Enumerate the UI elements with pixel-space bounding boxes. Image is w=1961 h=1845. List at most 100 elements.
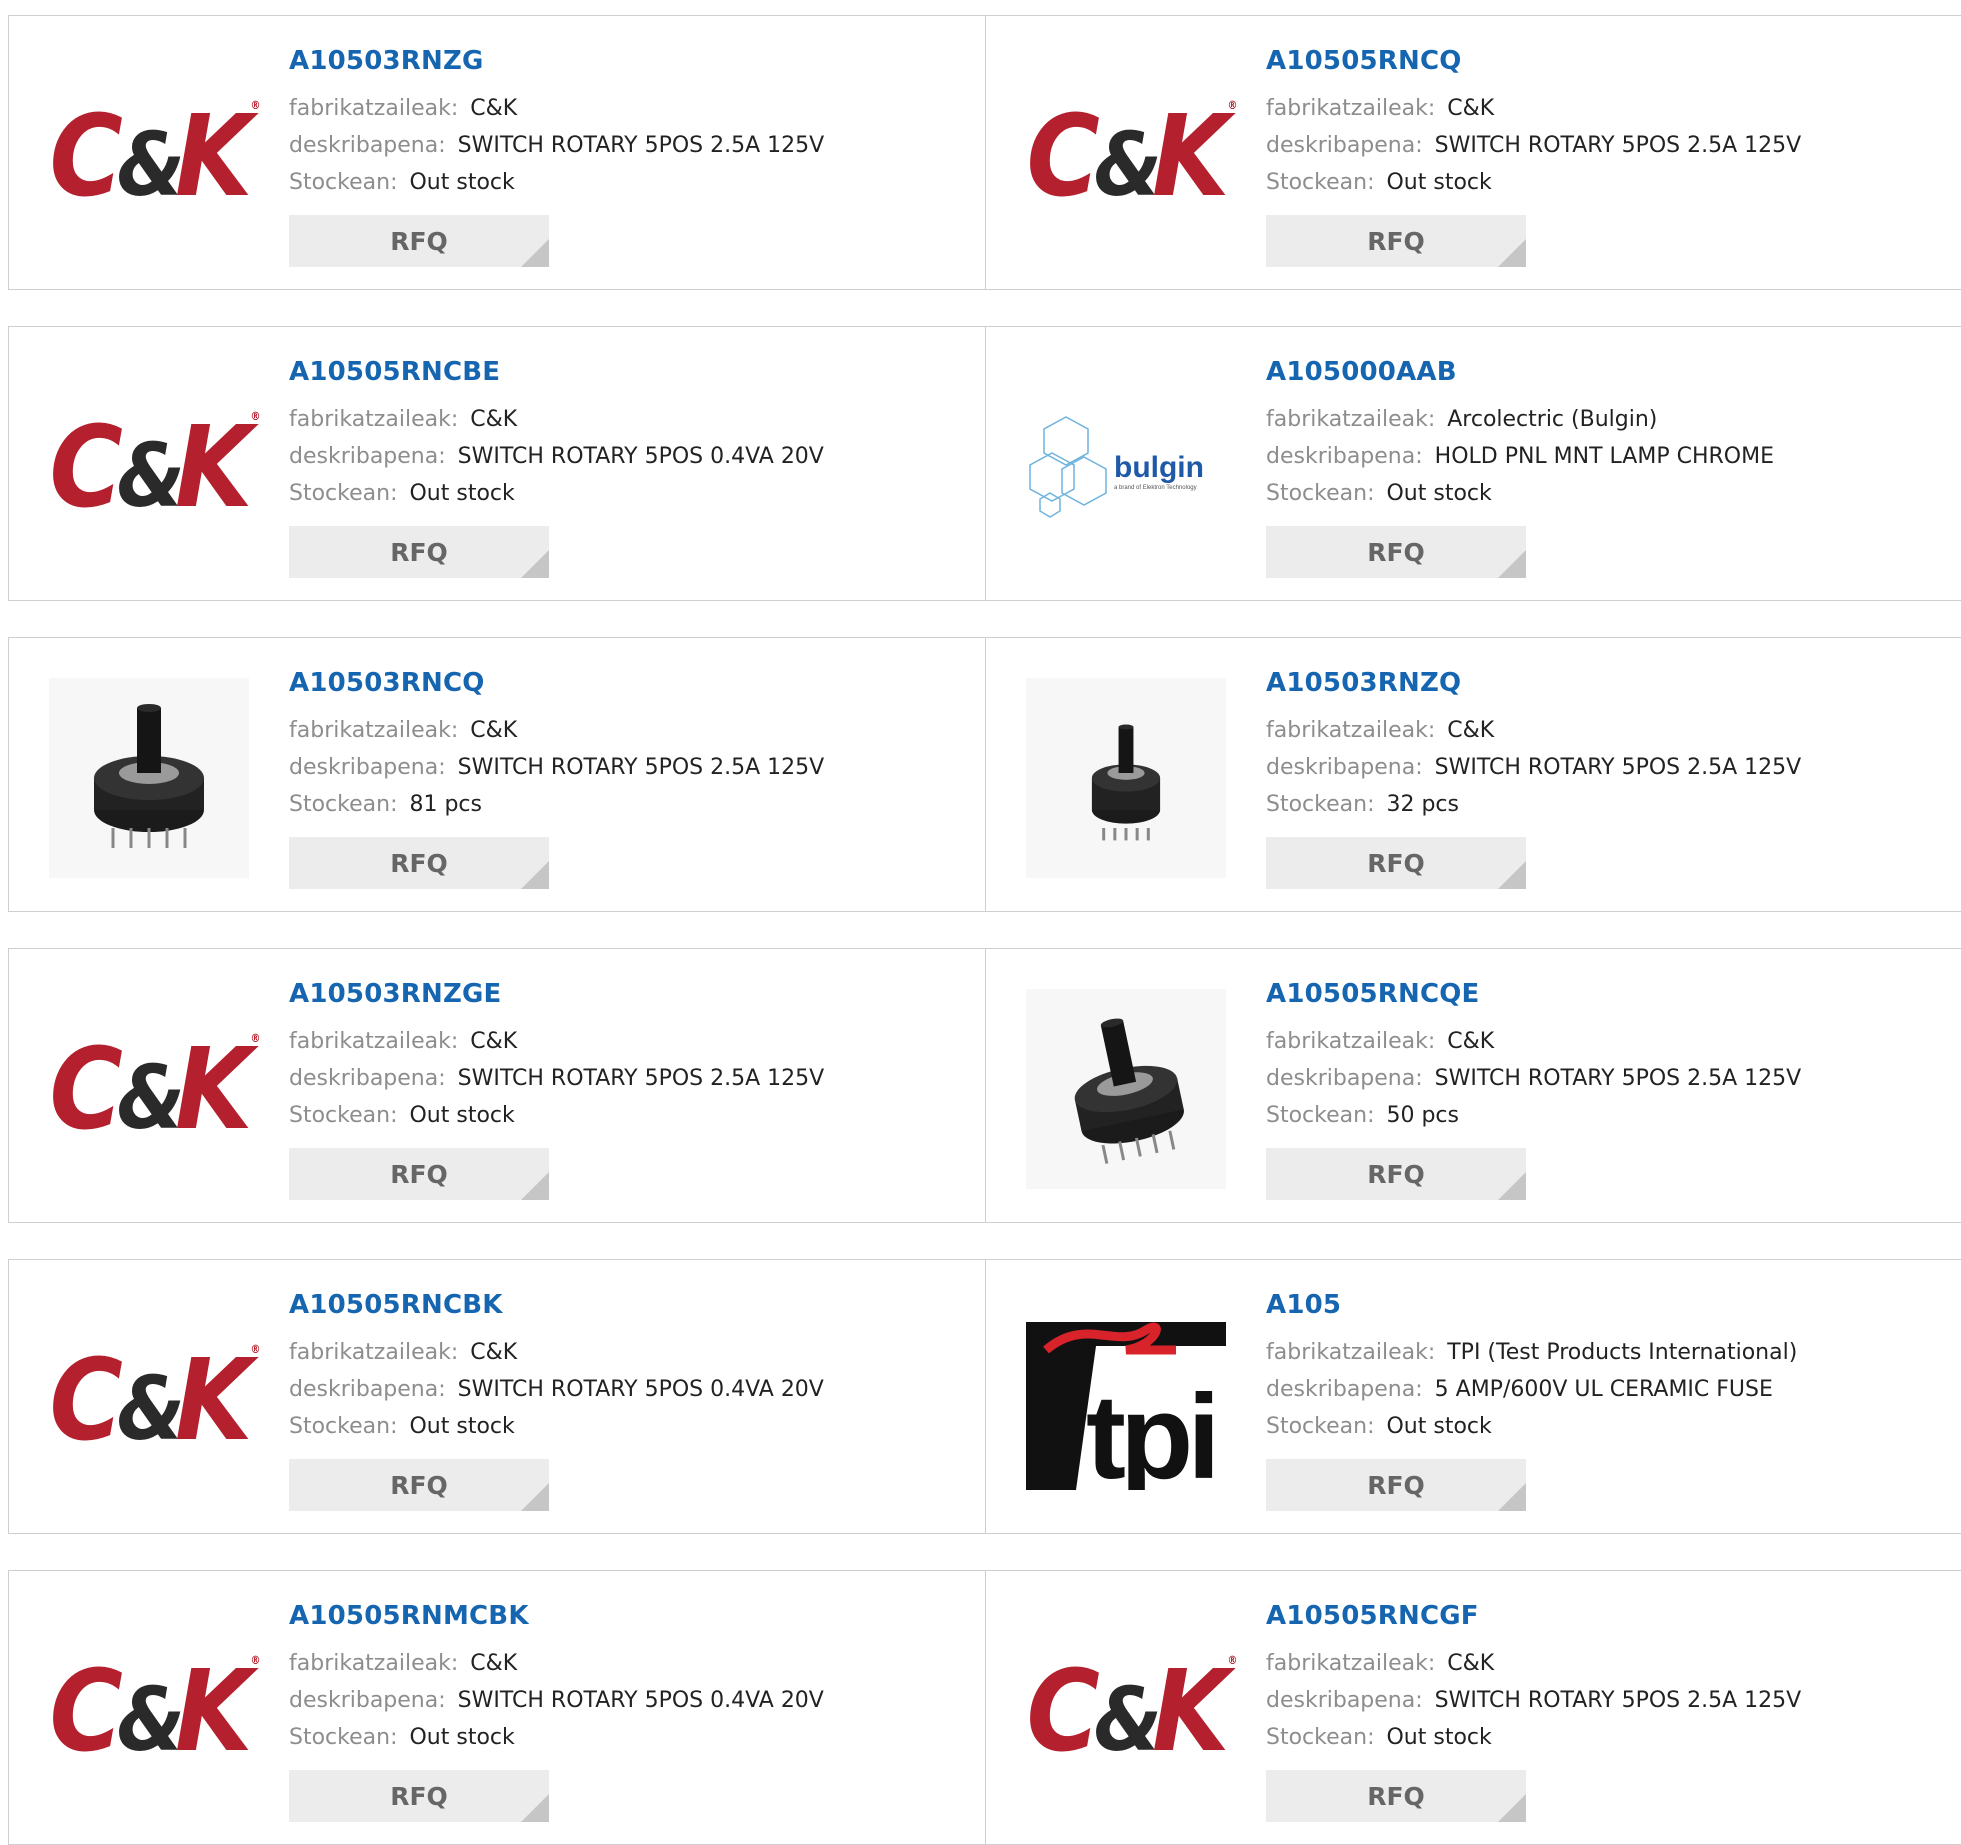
product-image[interactable]: C&K ® [49, 989, 261, 1189]
stock-row: Stockean: Out stock [289, 164, 824, 201]
stock-row: Stockean: Out stock [1266, 1719, 1801, 1756]
product-info: A10505RNCQ fabrikatzaileak: C&K deskribap… [1266, 46, 1801, 267]
rfq-button[interactable]: RFQ [289, 1770, 549, 1822]
stock-label: Stockean: [289, 1103, 398, 1128]
part-number-link[interactable]: A10505RNCBE [289, 357, 824, 387]
description-label: deskribapena: [289, 1377, 446, 1402]
manufacturer-value: C&K [1447, 718, 1495, 743]
rfq-button[interactable]: RFQ [289, 837, 549, 889]
product-image[interactable]: C&K ® [1026, 56, 1238, 256]
rfq-button[interactable]: RFQ [1266, 1148, 1526, 1200]
product-grid: C&K ® A10503RNZG fabrikatzaileak: C&K desk… [8, 15, 1961, 1845]
product-card-a105000aab: bulgin a brand of Elektron Technology A10… [986, 326, 1961, 601]
product-image[interactable] [49, 678, 249, 878]
stock-value: Out stock [409, 1414, 515, 1439]
manufacturer-row: fabrikatzaileak: C&K [1266, 1023, 1801, 1060]
rfq-button[interactable]: RFQ [1266, 1459, 1526, 1511]
description-label: deskribapena: [289, 133, 446, 158]
part-number-link[interactable]: A10505RNMCBK [289, 1601, 824, 1631]
description-value: SWITCH ROTARY 5POS 0.4VA 20V [457, 1688, 824, 1713]
product-image[interactable]: tpi [1026, 1300, 1226, 1500]
stock-value: Out stock [1386, 1725, 1492, 1750]
rfq-button[interactable]: RFQ [1266, 526, 1526, 578]
stock-row: Stockean: Out stock [289, 475, 824, 512]
description-row: deskribapena: SWITCH ROTARY 5POS 2.5A 125… [289, 1060, 824, 1097]
description-value: SWITCH ROTARY 5POS 2.5A 125V [1434, 755, 1802, 780]
part-number-link[interactable]: A10503RNCQ [289, 668, 824, 698]
description-row: deskribapena: SWITCH ROTARY 5POS 2.5A 125… [1266, 749, 1801, 786]
svg-text:bulgin: bulgin [1114, 451, 1204, 484]
rfq-button[interactable]: RFQ [289, 526, 549, 578]
stock-value: 81 pcs [409, 792, 482, 817]
stock-row: Stockean: 81 pcs [289, 786, 824, 823]
manufacturer-label: fabrikatzaileak: [289, 1029, 459, 1054]
stock-row: Stockean: Out stock [1266, 1408, 1797, 1445]
stock-value: 50 pcs [1386, 1103, 1459, 1128]
product-image[interactable] [1026, 989, 1226, 1189]
stock-row: Stockean: Out stock [1266, 475, 1774, 512]
manufacturer-label: fabrikatzaileak: [1266, 96, 1436, 121]
rfq-button[interactable]: RFQ [289, 1459, 549, 1511]
description-row: deskribapena: SWITCH ROTARY 5POS 0.4VA 20… [289, 1371, 824, 1408]
rfq-button[interactable]: RFQ [1266, 837, 1526, 889]
description-value: SWITCH ROTARY 5POS 2.5A 125V [457, 755, 825, 780]
description-label: deskribapena: [289, 1688, 446, 1713]
rfq-button[interactable]: RFQ [1266, 215, 1526, 267]
product-info: A10505RNCBE fabrikatzaileak: C&K deskriba… [289, 357, 824, 578]
part-number-link[interactable]: A10503RNZQ [1266, 668, 1801, 698]
rfq-button[interactable]: RFQ [1266, 1770, 1526, 1822]
description-value: 5 AMP/600V UL CERAMIC FUSE [1434, 1377, 1773, 1402]
part-number-link[interactable]: A10503RNZG [289, 46, 824, 76]
manufacturer-row: fabrikatzaileak: C&K [1266, 712, 1801, 749]
product-card-a105: tpi A105 fabrikatzaileak: TPI (Test Produ… [986, 1259, 1961, 1534]
description-row: deskribapena: SWITCH ROTARY 5POS 2.5A 125… [289, 749, 824, 786]
part-number-link[interactable]: A105000AAB [1266, 357, 1774, 387]
product-card-a10505rncbe: C&K ® A10505RNCBE fabrikatzaileak: C&K des… [8, 326, 986, 601]
part-number-link[interactable]: A10505RNCQ [1266, 46, 1801, 76]
manufacturer-value: C&K [470, 1340, 518, 1365]
manufacturer-value: C&K [470, 1651, 518, 1676]
product-image[interactable]: C&K ® [49, 367, 261, 567]
rotary-switch-photo [49, 678, 249, 878]
product-image[interactable]: C&K ® [49, 1611, 261, 1811]
stock-row: Stockean: Out stock [289, 1408, 824, 1445]
rfq-button[interactable]: RFQ [289, 215, 549, 267]
description-value: SWITCH ROTARY 5POS 2.5A 125V [457, 1066, 825, 1091]
stock-label: Stockean: [289, 481, 398, 506]
product-card-a10503rnzq: A10503RNZQ fabrikatzaileak: C&K deskribap… [986, 637, 1961, 912]
manufacturer-value: C&K [1447, 1651, 1495, 1676]
manufacturer-row: fabrikatzaileak: C&K [289, 1334, 824, 1371]
description-value: SWITCH ROTARY 5POS 2.5A 125V [1434, 1066, 1802, 1091]
manufacturer-label: fabrikatzaileak: [289, 407, 459, 432]
manufacturer-label: fabrikatzaileak: [1266, 718, 1436, 743]
stock-value: 32 pcs [1386, 792, 1459, 817]
product-image[interactable]: C&K ® [49, 1300, 261, 1500]
rfq-button[interactable]: RFQ [289, 1148, 549, 1200]
part-number-link[interactable]: A10505RNCQE [1266, 979, 1801, 1009]
product-info: A10503RNZG fabrikatzaileak: C&K deskribap… [289, 46, 824, 267]
part-number-link[interactable]: A105 [1266, 1290, 1797, 1320]
product-image[interactable]: C&K ® [49, 56, 261, 256]
ck-logo: C&K ® [49, 1023, 261, 1155]
product-card-a10505rncq: C&K ® A10505RNCQ fabrikatzaileak: C&K desk… [986, 15, 1961, 290]
stock-row: Stockean: Out stock [1266, 164, 1801, 201]
part-number-link[interactable]: A10503RNZGE [289, 979, 824, 1009]
description-row: deskribapena: 5 AMP/600V UL CERAMIC FUSE [1266, 1371, 1797, 1408]
stock-row: Stockean: Out stock [289, 1097, 824, 1134]
product-info: A10505RNCBK fabrikatzaileak: C&K deskriba… [289, 1290, 824, 1511]
manufacturer-row: fabrikatzaileak: C&K [289, 1023, 824, 1060]
product-card-a10505rnmcbk: C&K ® A10505RNMCBK fabrikatzaileak: C&K de… [8, 1570, 986, 1845]
manufacturer-row: fabrikatzaileak: C&K [289, 401, 824, 438]
product-image[interactable]: C&K ® [1026, 1611, 1238, 1811]
stock-label: Stockean: [289, 792, 398, 817]
product-image[interactable]: bulgin a brand of Elektron Technology [1026, 367, 1226, 567]
svg-text:a brand of Elektron Technology: a brand of Elektron Technology [1114, 485, 1197, 491]
manufacturer-label: fabrikatzaileak: [1266, 1651, 1436, 1676]
stock-label: Stockean: [289, 170, 398, 195]
product-card-a10503rnzg: C&K ® A10503RNZG fabrikatzaileak: C&K desk… [8, 15, 986, 290]
product-card-a10505rncgf: C&K ® A10505RNCGF fabrikatzaileak: C&K des… [986, 1570, 1961, 1845]
part-number-link[interactable]: A10505RNCGF [1266, 1601, 1801, 1631]
stock-value: Out stock [409, 481, 515, 506]
product-image[interactable] [1026, 678, 1226, 878]
part-number-link[interactable]: A10505RNCBK [289, 1290, 824, 1320]
